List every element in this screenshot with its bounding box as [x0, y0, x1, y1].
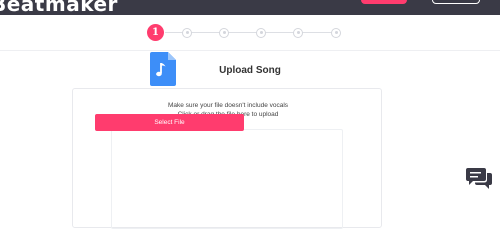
chat-icon[interactable] [466, 167, 492, 191]
app-logo[interactable]: Beatmaker [0, 0, 118, 16]
progress-stepper: 1 [0, 22, 500, 44]
top-navigation-bar: Beatmaker [0, 0, 500, 16]
upload-card: Make sure your file doesn't include voca… [72, 88, 382, 229]
music-file-icon [150, 52, 176, 86]
select-file-button[interactable]: Select File [95, 114, 244, 131]
step-1: 1 [147, 24, 164, 41]
header-outline-button[interactable] [432, 0, 480, 4]
header-primary-button[interactable] [361, 0, 407, 4]
file-dropzone[interactable] [111, 129, 343, 229]
divider [0, 50, 500, 51]
step-5 [293, 27, 303, 38]
step-2 [182, 27, 192, 38]
step-1-label: 1 [152, 27, 159, 38]
step-6 [331, 27, 341, 38]
step-4 [256, 27, 266, 38]
step-3 [219, 27, 229, 38]
page-title: Upload Song [219, 65, 281, 76]
vocals-hint: Make sure your file doesn't include voca… [167, 102, 289, 109]
